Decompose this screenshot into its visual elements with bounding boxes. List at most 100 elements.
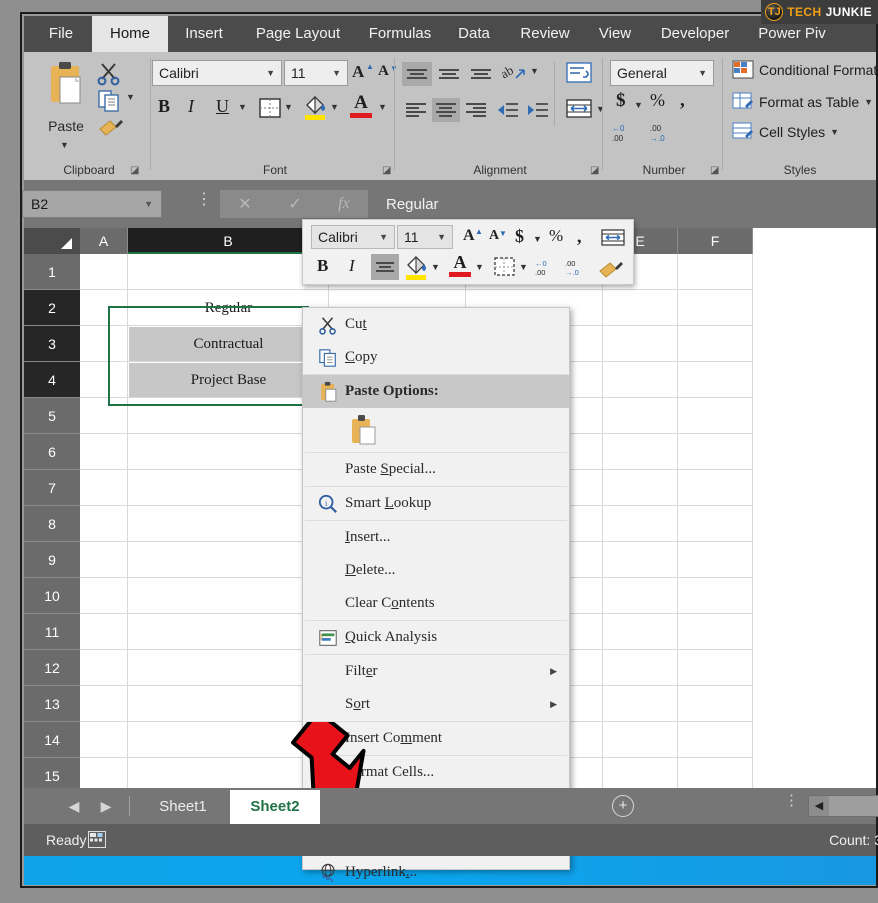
sheet-tab-sheet2[interactable]: Sheet2 [230,790,320,824]
wrap-text-button[interactable] [564,60,594,91]
grid-cell-E14[interactable] [603,722,678,758]
mini-increase-decimal-button[interactable]: ←0 .00 [535,258,561,283]
decrease-indent-button[interactable] [494,100,520,127]
grid-cell-A7[interactable] [80,470,128,506]
grid-cell-B11[interactable] [128,614,329,650]
font-size-combo[interactable]: 11 ▼ [284,60,348,86]
scroll-left-icon[interactable]: ◀ [809,796,829,816]
grid-cell-B12[interactable] [128,650,329,686]
bold-button[interactable]: B [158,96,170,117]
grid-cell-B13[interactable] [128,686,329,722]
grid-cell-E12[interactable] [603,650,678,686]
context-menu-item-filter[interactable]: Filter ▶ [303,655,569,688]
mini-comma-button[interactable]: , [577,226,582,247]
mini-accounting-button[interactable]: $ [515,226,524,247]
cell-styles-button[interactable]: Cell Styles ▼ [732,122,839,142]
number-dialog-launcher[interactable]: ◪ [710,165,719,176]
cell-value-B4[interactable]: Project Base [129,363,328,397]
grid-cell-F8[interactable] [678,506,753,542]
context-menu-item-insert[interactable]: Insert... [303,521,569,554]
ribbon-tab-formulas[interactable]: Formulas [356,16,444,52]
column-header-F[interactable]: F [678,228,753,254]
grid-cell-F9[interactable] [678,542,753,578]
accounting-caret-icon[interactable]: ▼ [533,234,542,244]
mini-shrink-font-button[interactable]: A [489,228,499,244]
grid-cell-F6[interactable] [678,434,753,470]
grid-cell-A2[interactable] [80,290,128,326]
grid-cell-F13[interactable] [678,686,753,722]
context-menu-item-smart-lookup[interactable]: i Smart Lookup [303,487,569,520]
grid-cell-F2[interactable] [678,290,753,326]
context-menu-item-quick-analysis[interactable]: Quick Analysis [303,621,569,654]
mini-font-color-button[interactable]: A [449,253,471,277]
grid-cell-A15[interactable] [80,758,128,788]
grid-cell-B8[interactable] [128,506,329,542]
ribbon-tab-view[interactable]: View [586,16,644,52]
formula-bar-handle[interactable]: ⋮ [196,192,212,208]
row-header-15[interactable]: 15 [24,758,80,788]
row-header-8[interactable]: 8 [24,506,80,542]
row-header-4[interactable]: 4 [24,362,80,398]
align-left-button[interactable] [402,98,430,122]
grid-cell-A6[interactable] [80,434,128,470]
borders-button[interactable] [258,96,282,125]
row-header-10[interactable]: 10 [24,578,80,614]
alignment-dialog-launcher[interactable]: ◪ [590,165,599,176]
cut-button[interactable] [96,60,122,91]
grid-cell-A11[interactable] [80,614,128,650]
font-color-button[interactable]: A [350,93,372,118]
accounting-format-button[interactable]: $ [616,90,626,112]
merge-center-button[interactable] [564,96,594,127]
grid-cell-E8[interactable] [603,506,678,542]
grid-cell-A1[interactable] [80,254,128,290]
mini-bold-button[interactable]: B [317,256,328,276]
row-header-6[interactable]: 6 [24,434,80,470]
grid-cell-E2[interactable] [603,290,678,326]
grid-cell-F14[interactable] [678,722,753,758]
grid-cell-B1[interactable] [128,254,329,290]
row-header-14[interactable]: 14 [24,722,80,758]
format-as-table-caret-icon[interactable]: ▼ [864,97,873,107]
fill-color-caret-icon[interactable]: ▼ [431,262,440,272]
horizontal-scrollbar[interactable]: ◀ [808,795,878,817]
grid-cell-F11[interactable] [678,614,753,650]
row-header-1[interactable]: 1 [24,254,80,290]
align-center-button[interactable] [432,98,460,122]
grid-cell-F3[interactable] [678,326,753,362]
mini-merge-button[interactable] [599,226,627,255]
context-menu-item-paste-options[interactable]: Paste Options: [303,375,569,408]
grid-cell-E9[interactable] [603,542,678,578]
orientation-button[interactable]: ab [498,60,528,91]
mini-fill-color-button[interactable] [403,254,429,287]
mini-align-center-button[interactable] [371,254,399,280]
sheet-bar-overflow-handle[interactable]: ⋮ [784,793,799,808]
grid-cell-E7[interactable] [603,470,678,506]
sheet-tab-sheet1[interactable]: Sheet1 [140,790,226,824]
grid-cell-A9[interactable] [80,542,128,578]
borders-caret-icon[interactable]: ▼ [284,102,293,112]
mini-borders-button[interactable] [493,256,517,283]
shrink-font-button[interactable]: A [378,63,389,80]
underline-caret-icon[interactable]: ▼ [238,102,247,112]
grid-cell-F10[interactable] [678,578,753,614]
increase-indent-button[interactable] [524,100,550,127]
font-color-caret-icon[interactable]: ▼ [475,262,484,272]
fill-color-button[interactable] [302,94,328,127]
ribbon-tab-file[interactable]: File [30,16,92,52]
font-dialog-launcher[interactable]: ◪ [382,165,391,176]
conditional-formatting-button[interactable]: Conditional Format [732,60,877,80]
row-header-12[interactable]: 12 [24,650,80,686]
row-header-2[interactable]: 2 [24,290,80,326]
ribbon-tab-review[interactable]: Review [504,16,586,52]
formula-bar-input[interactable]: Regular [376,190,876,218]
borders-caret-icon[interactable]: ▼ [519,262,528,272]
row-header-5[interactable]: 5 [24,398,80,434]
grid-cell-E3[interactable] [603,326,678,362]
cell-styles-caret-icon[interactable]: ▼ [830,127,839,137]
mini-percent-button[interactable]: % [549,226,563,246]
grid-cell-E4[interactable] [603,362,678,398]
accounting-caret-icon[interactable]: ▼ [634,100,643,110]
number-format-combo[interactable]: General ▼ [610,60,714,86]
font-color-caret-icon[interactable]: ▼ [378,102,387,112]
copy-dropdown-caret-icon[interactable]: ▼ [126,92,135,102]
